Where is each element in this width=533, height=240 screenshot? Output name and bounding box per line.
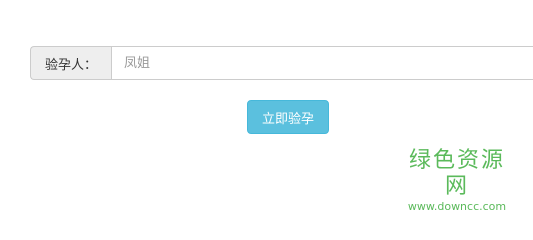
watermark-url: www.downcc.com — [407, 200, 507, 213]
tester-label: 验孕人： — [30, 46, 111, 80]
tester-input-group: 验孕人： — [30, 46, 533, 80]
test-now-button[interactable]: 立即验孕 — [247, 100, 329, 134]
watermark-brand: 绿色资源网 — [408, 148, 505, 199]
tester-name-input[interactable] — [111, 46, 533, 80]
page: 验孕人： 立即验孕 绿色资源网 www.downcc.com — [0, 0, 533, 213]
watermark-logo: 绿色资源网 www.downcc.com — [398, 148, 516, 214]
